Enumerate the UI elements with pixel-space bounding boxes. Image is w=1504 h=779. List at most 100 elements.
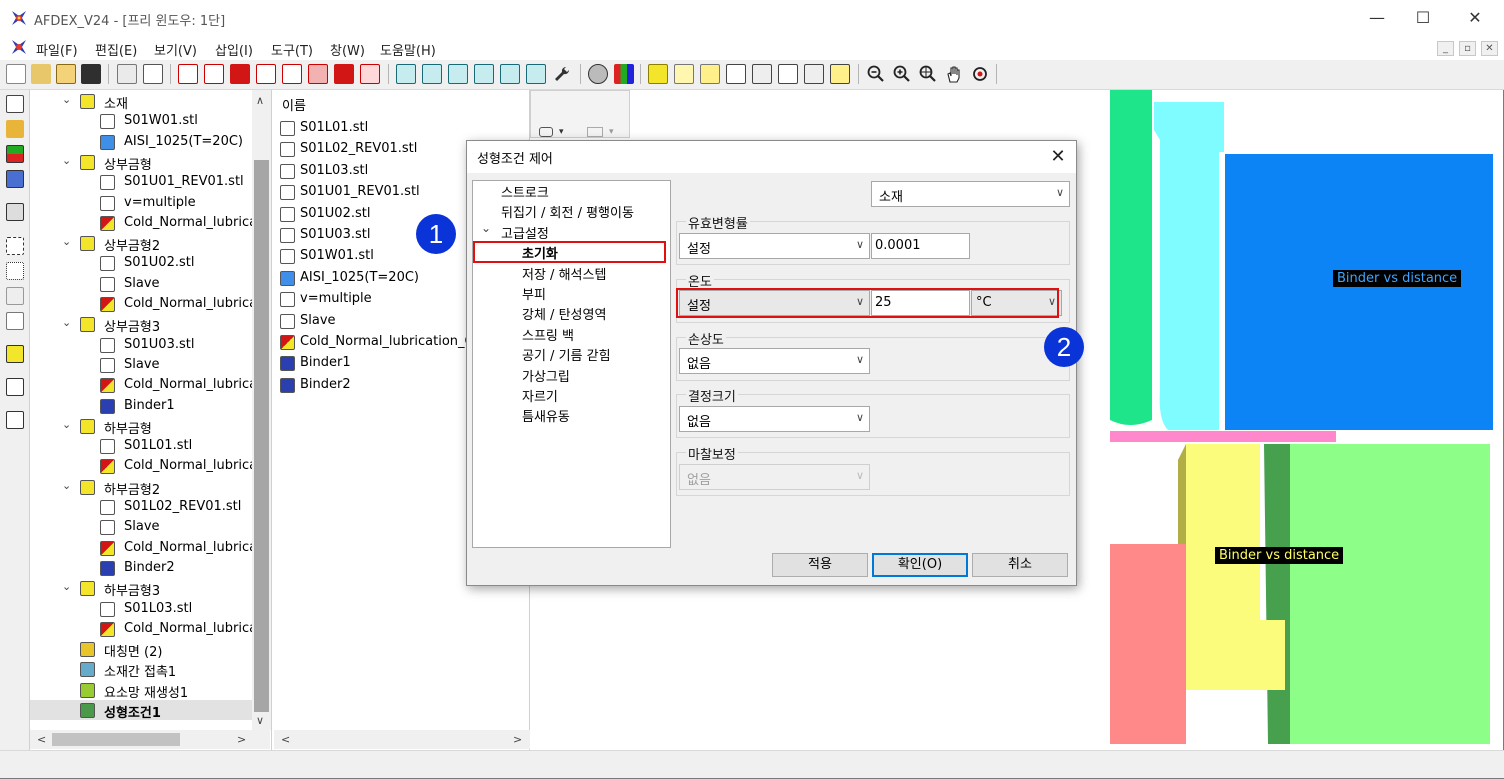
tree-item[interactable]: S01L02_REV01.stl [30,497,252,517]
rotate-x-neg-icon[interactable] [474,64,494,84]
material-icon[interactable] [6,120,24,138]
ok-button[interactable]: 확인(O) [872,553,968,577]
expand-caret-icon[interactable]: ⌄ [62,93,71,106]
minimize-button[interactable]: — [1354,0,1400,36]
tree-item[interactable]: ⌄ 하부금형 [30,416,252,436]
open-folder-icon[interactable] [56,64,76,84]
dialog-nav-item[interactable]: 스프링 백 [522,325,574,344]
view-bottom-icon[interactable] [308,64,328,84]
dialog-nav-item[interactable]: 자르기 [522,386,558,405]
tree-item[interactable]: 성형조건1 [30,700,252,720]
tree-scroll-thumb[interactable] [254,160,269,712]
dialog-nav-item[interactable]: 스트로크 [501,182,549,201]
points-icon[interactable] [6,262,24,280]
import-icon[interactable] [117,64,137,84]
rotate-y-neg-icon[interactable] [500,64,520,84]
expand-caret-icon[interactable]: ⌄ [62,479,71,492]
rotate-z-neg-icon[interactable] [526,64,546,84]
grid-icon[interactable] [6,237,24,255]
tree-item[interactable]: Cold_Normal_lubricat [30,294,252,314]
mdi-restore-button[interactable]: ▫ [1459,41,1476,56]
zoom-fit-icon[interactable] [918,64,938,84]
tree-hscroll-thumb[interactable] [52,733,180,746]
menu-edit[interactable]: 편집(E) [95,40,137,59]
part-icon[interactable] [539,127,553,137]
hidden-line-icon[interactable] [752,64,772,84]
dialog-close-button[interactable]: ✕ [1044,143,1072,171]
mdi-minimize-button[interactable]: _ [1437,41,1454,56]
tree-item[interactable]: S01U01_REV01.stl [30,172,252,192]
menu-window[interactable]: 창(W) [330,40,365,59]
strain-mode-select[interactable]: 설정 ∨ [679,233,870,259]
tree-item[interactable]: 요소망 재생성1 [30,680,252,700]
tree-item[interactable]: Cold_Normal_lubricat [30,619,252,639]
menu-view[interactable]: 보기(V) [154,40,197,59]
menu-help[interactable]: 도움말(H) [380,40,436,59]
tree-item[interactable]: Cold_Normal_lubricat [30,456,252,476]
tree-view-icon[interactable] [6,95,24,113]
chevron-down-icon[interactable]: ▾ [559,127,564,137]
tree-item[interactable]: AISI_1025(T=20C) [30,132,252,152]
rotate-x-icon[interactable] [396,64,416,84]
align-icon[interactable] [6,378,24,396]
rotate-view-icon[interactable] [970,64,990,84]
dialog-nav-item[interactable]: 가상그립 [522,366,570,385]
display-icon[interactable] [6,170,24,188]
chevron-down-icon[interactable]: ▾ [609,127,614,137]
tree-item[interactable]: ⌄ 상부금형2 [30,233,252,253]
list-header-name[interactable]: 이름 [282,95,306,114]
tree-item[interactable]: Cold_Normal_lubricat [30,538,252,558]
color-map-icon[interactable] [614,64,634,84]
grain-size-select[interactable]: 없음 ∨ [679,406,870,432]
tree-item[interactable]: S01L01.stl [30,436,252,456]
shaded-view-icon[interactable] [674,64,694,84]
tree-item[interactable]: Cold_Normal_lubricat [30,213,252,233]
tree-item[interactable]: 소재간 접촉1 [30,659,252,679]
maximize-button[interactable]: ☐ [1400,0,1446,36]
screen-icon[interactable] [6,203,24,221]
wireframe-view-icon[interactable] [726,64,746,84]
view-back-icon[interactable] [204,64,224,84]
tree-item[interactable]: ⌄ 상부금형3 [30,314,252,334]
apply-button[interactable]: 적용 [772,553,868,577]
pan-hand-icon[interactable] [944,64,964,84]
expand-caret-icon[interactable]: ⌄ [62,154,71,167]
damage-select[interactable]: 없음 ∨ [679,348,870,374]
dialog-nav-item[interactable]: 뒤집기 / 회전 / 평행이동 [501,202,634,221]
tree-item[interactable]: Binder1 [30,396,252,416]
list-horizontal-scrollbar[interactable] [274,730,530,749]
scroll-right-icon[interactable]: > [237,733,246,746]
view-iso2-icon[interactable] [360,64,380,84]
scroll-left-icon[interactable]: < [37,733,46,746]
rotate-y-icon[interactable] [422,64,442,84]
tree-item[interactable]: Slave [30,355,252,375]
wrench-icon[interactable] [552,64,572,84]
view-top-icon[interactable] [282,64,302,84]
dialog-nav-item[interactable]: 부피 [522,284,546,303]
view-left-icon[interactable] [230,64,250,84]
tree-item[interactable]: ⌄ 하부금형2 [30,477,252,497]
dialog-nav-item[interactable]: 공기 / 기름 갇힘 [522,345,611,364]
outline-view-icon[interactable] [778,64,798,84]
ruler-icon[interactable] [6,345,24,363]
tree-item[interactable]: ⌄ 상부금형 [30,152,252,172]
tree-item[interactable]: Slave [30,517,252,537]
scroll-right-icon[interactable]: > [513,733,522,746]
list-item[interactable]: S01L01.stl [280,119,528,139]
solid-view-icon[interactable] [648,64,668,84]
tree-item[interactable]: ⌄ 소재 [30,91,252,111]
target-select[interactable]: 소재 ∨ [871,181,1070,207]
dialog-nav-item[interactable]: 틈새유동 [522,406,570,425]
collapse-caret-icon[interactable]: ⌄ [481,221,491,235]
expand-caret-icon[interactable]: ⌄ [62,580,71,593]
cancel-button[interactable]: 취소 [972,553,1068,577]
export-icon[interactable] [143,64,163,84]
measure-icon[interactable] [6,312,24,330]
close-window-button[interactable]: ✕ [1452,0,1498,36]
zoom-out-icon[interactable] [866,64,886,84]
tree-item[interactable]: Cold_Normal_lubricat [30,375,252,395]
box-icon[interactable] [6,287,24,305]
mesh-view-icon[interactable] [700,64,720,84]
view-right-icon[interactable] [256,64,276,84]
tree-item[interactable]: S01W01.stl [30,111,252,131]
